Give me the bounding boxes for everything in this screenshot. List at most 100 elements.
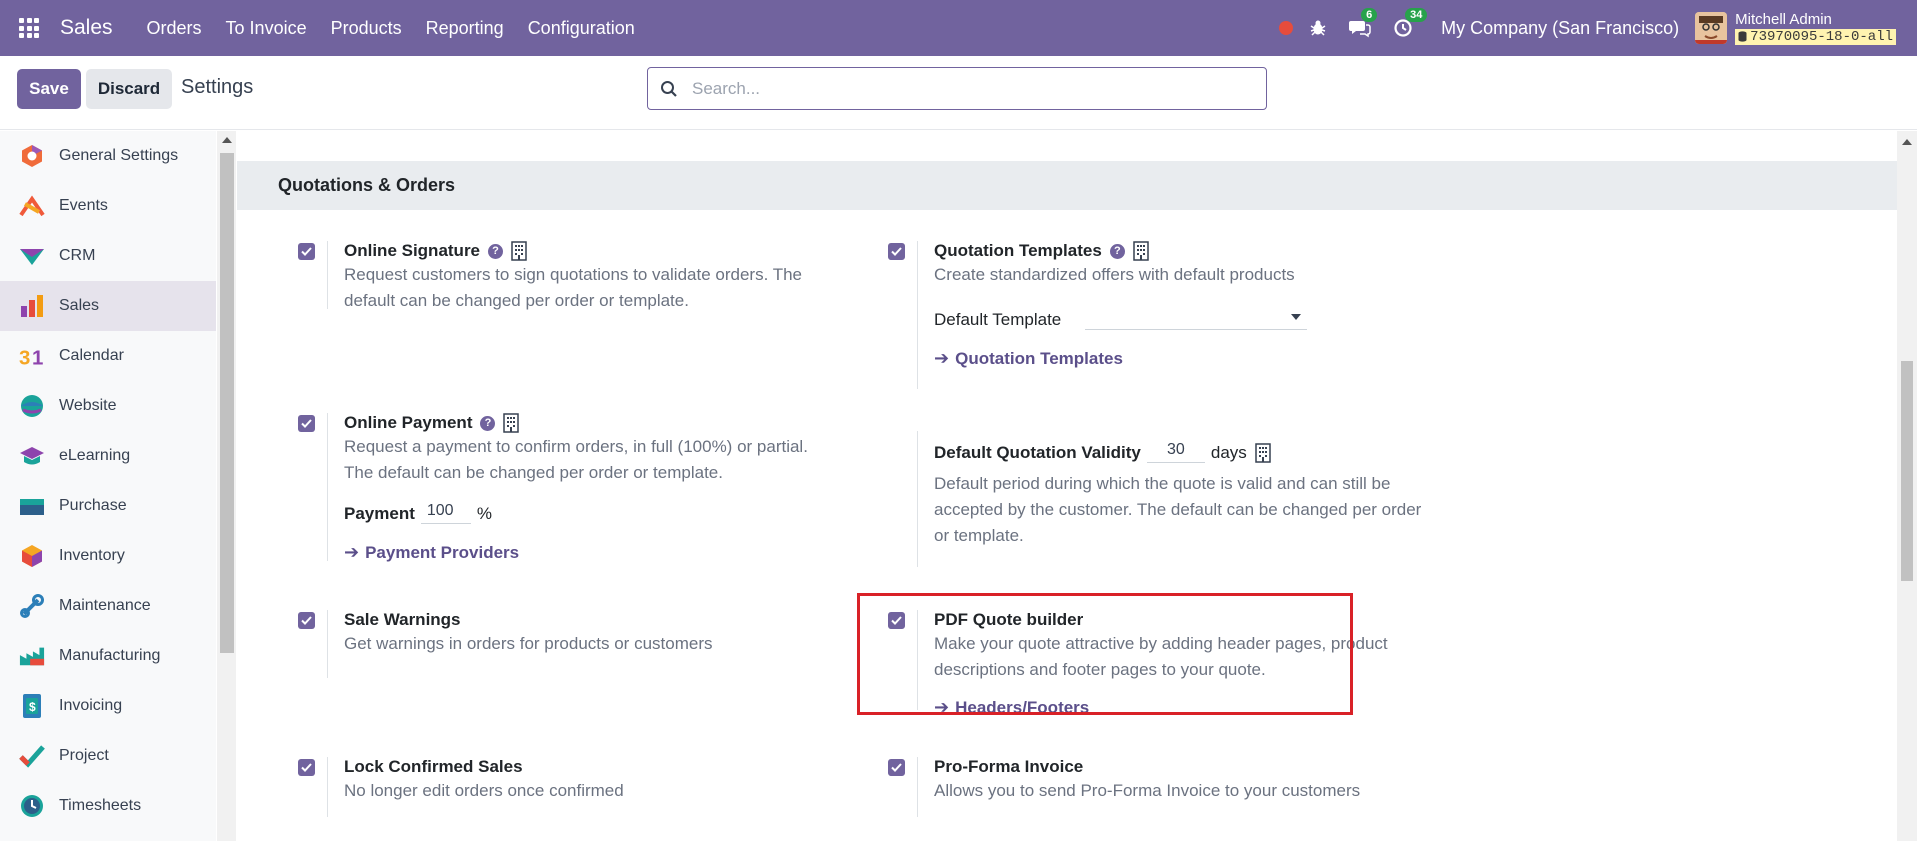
sidebar-item-sales[interactable]: Sales [0,281,216,331]
messages-count-badge: 6 [1361,8,1378,22]
payment-providers-link[interactable]: ➔ Payment Providers [344,542,808,563]
sidebar-item-inventory[interactable]: Inventory [0,531,216,581]
divider [917,431,918,567]
search-input[interactable] [692,78,1232,99]
sidebar-item-label: Project [59,747,109,764]
company-building-icon [503,413,520,433]
quotation-templates-link[interactable]: ➔ Quotation Templates [934,348,1307,369]
online-payment-checkbox[interactable] [298,415,315,432]
sidebar-scrollbar[interactable] [217,131,236,841]
sidebar-item-purchase[interactable]: Purchase [0,481,216,531]
lock-confirmed-sales-checkbox[interactable] [298,759,315,776]
divider [327,241,328,309]
setting-description: Create standardized offers with default … [934,265,1295,284]
database-badge: 73970095-18-0-all [1735,28,1896,45]
control-panel: Save Discard Settings [0,56,1917,130]
website-icon [19,393,45,419]
main-scrollbar-thumb[interactable] [1901,361,1913,581]
save-button[interactable]: Save [17,69,81,109]
online-payment-setting: Online Payment ? Request a payment to co… [344,413,808,563]
activities-clock-icon[interactable]: 34 [1393,8,1428,38]
caret-down-icon [1291,314,1302,320]
setting-description: Allows you to send Pro-Forma Invoice to … [934,781,1361,800]
online-signature-checkbox[interactable] [298,243,315,260]
page-title: Settings [181,76,254,98]
menu-reporting[interactable]: Reporting [426,18,504,39]
sidebar-item-label: Calendar [59,347,124,364]
setting-description: The default can be changed per order or … [344,463,723,482]
sales-icon [19,293,45,319]
user-menu[interactable]: Mitchell Admin 73970095-18-0-all [1735,11,1896,45]
sidebar-item-elearning[interactable]: eLearning [0,431,216,481]
sidebar-item-calendar[interactable]: 31 Calendar [0,331,216,381]
sidebar-item-crm[interactable]: CRM [0,231,216,281]
general-settings-icon [19,143,45,169]
sidebar-item-general-settings[interactable]: General Settings [0,131,216,181]
link-label: Payment Providers [365,542,520,562]
payment-unit: % [476,504,492,523]
apps-menu-icon[interactable] [19,18,39,38]
divider [917,757,918,817]
validity-unit: days [1210,443,1247,462]
sidebar-item-label: Invoicing [59,697,123,714]
help-icon[interactable]: ? [488,243,504,259]
sidebar-item-label: Maintenance [59,597,151,614]
setting-description: Request customers to sign quotations to … [344,265,802,284]
discard-button[interactable]: Discard [86,69,172,109]
setting-title: Quotation Templates [934,241,1102,260]
setting-description: default can be changed per order or temp… [344,291,689,310]
user-avatar[interactable] [1695,12,1728,44]
divider [327,757,328,817]
manufacturing-icon [19,643,45,669]
setting-description: accepted by the customer. The default ca… [934,500,1422,519]
section-title: Quotations & Orders [278,175,456,195]
sidebar-item-invoicing[interactable]: $ Invoicing [0,681,216,731]
divider [327,610,328,678]
scroll-up-arrow-icon[interactable] [222,137,232,143]
sidebar-item-label: Inventory [59,547,125,564]
sidebar-scrollbar-thumb[interactable] [220,153,234,653]
debug-bug-icon[interactable] [1309,19,1327,37]
svg-text:3: 3 [19,347,30,368]
sale-warnings-checkbox[interactable] [298,612,315,629]
inventory-icon [19,543,45,569]
menu-orders[interactable]: Orders [147,18,202,39]
setting-title: Pro-Forma Invoice [934,757,1084,776]
setting-title: Online Payment [344,413,473,432]
messages-icon[interactable]: 6 [1349,8,1378,38]
sidebar-item-label: Manufacturing [59,647,161,664]
pro-forma-invoice-checkbox[interactable] [888,759,905,776]
sidebar-item-timesheets[interactable]: Timesheets [0,781,216,831]
company-building-icon [1133,241,1149,261]
help-icon[interactable]: ? [1109,243,1125,259]
sidebar-item-label: Sales [59,297,100,314]
validity-days-input[interactable]: 30 [1146,441,1205,463]
sidebar-item-maintenance[interactable]: Maintenance [0,581,216,631]
top-navbar: Sales Orders To Invoice Products Reporti… [0,0,1917,56]
search-icon [660,80,678,98]
default-template-select[interactable] [1085,304,1308,330]
app-brand[interactable]: Sales [60,16,113,40]
scroll-up-arrow-icon[interactable] [1902,139,1912,145]
company-switcher[interactable]: My Company (San Francisco) [1441,18,1679,39]
activities-count-badge: 34 [1405,8,1428,22]
menu-configuration[interactable]: Configuration [528,18,635,39]
svg-text:1: 1 [32,347,43,368]
divider [327,413,328,561]
menu-products[interactable]: Products [331,18,402,39]
purchase-icon [19,493,45,519]
arrow-right-icon: ➔ [344,542,360,562]
sidebar-item-events[interactable]: Events [0,181,216,231]
main-scrollbar[interactable] [1897,131,1917,841]
quotation-templates-checkbox[interactable] [888,243,905,260]
menu-to-invoice[interactable]: To Invoice [226,18,307,39]
sidebar-item-website[interactable]: Website [0,381,216,431]
sidebar-item-manufacturing[interactable]: Manufacturing [0,631,216,681]
search-bar[interactable] [647,67,1267,110]
record-status-icon[interactable] [1279,21,1294,35]
database-name: 73970095-18-0-all [1750,28,1893,45]
payment-percent-input[interactable]: 100 [420,502,471,524]
setting-description: No longer edit orders once confirmed [344,781,624,800]
sidebar-item-project[interactable]: Project [0,731,216,781]
help-icon[interactable]: ? [480,415,496,431]
